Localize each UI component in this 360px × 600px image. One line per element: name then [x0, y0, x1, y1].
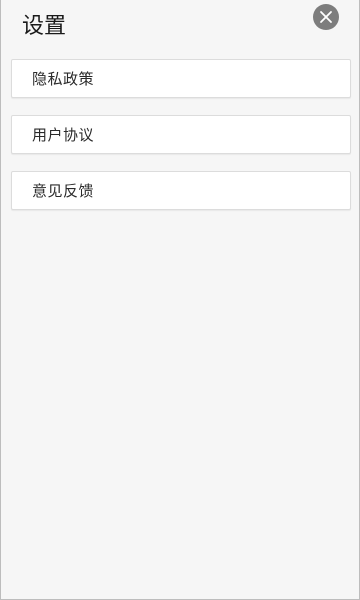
- settings-menu-list: 隐私政策 用户协议 意见反馈: [11, 59, 351, 227]
- menu-item-label: 隐私政策: [32, 70, 95, 88]
- menu-item-feedback[interactable]: 意见反馈: [11, 171, 351, 210]
- menu-item-label: 意见反馈: [32, 182, 95, 200]
- menu-item-privacy-policy[interactable]: 隐私政策: [11, 59, 351, 98]
- page-title: 设置: [22, 14, 67, 39]
- menu-item-label: 用户协议: [32, 126, 95, 144]
- menu-item-user-agreement[interactable]: 用户协议: [11, 115, 351, 154]
- settings-screen: 设置 隐私政策 用户协议 意见反馈: [0, 0, 360, 600]
- close-icon: [319, 10, 333, 24]
- close-button[interactable]: [313, 4, 339, 30]
